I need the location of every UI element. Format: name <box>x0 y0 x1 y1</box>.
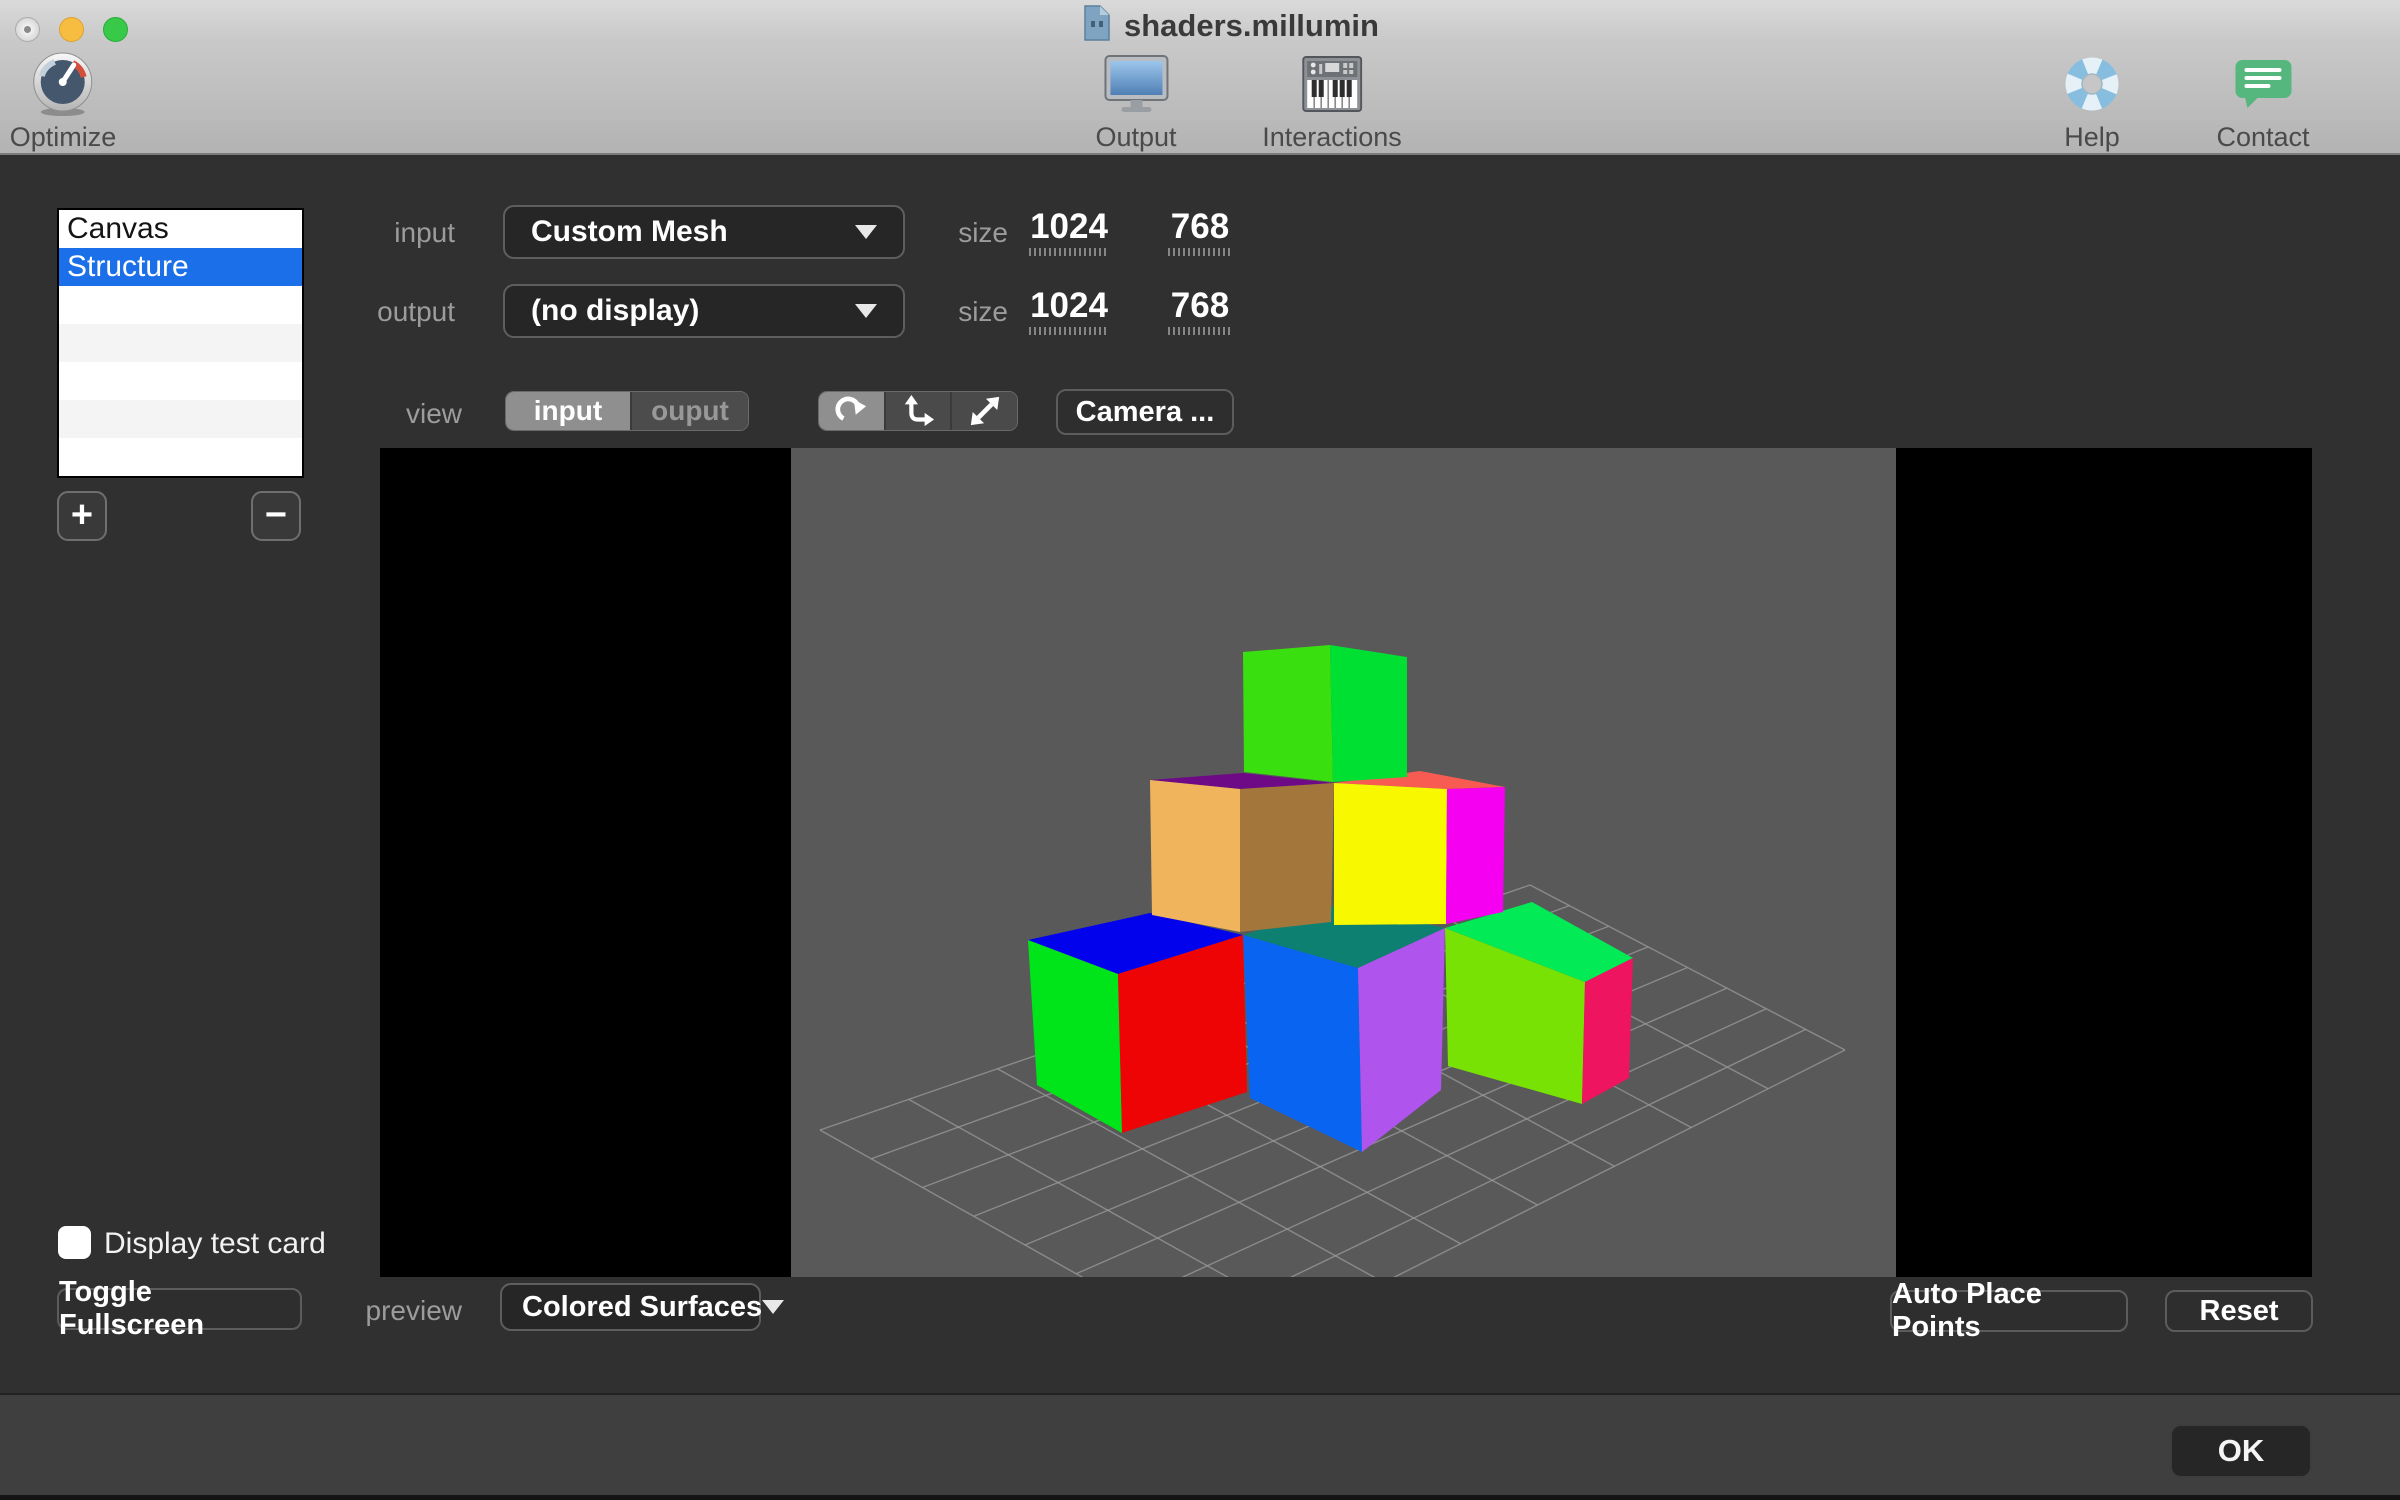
close-window-button[interactable] <box>15 17 40 42</box>
layer-list-empty-row[interactable] <box>59 438 302 476</box>
display-test-card-checkbox[interactable] <box>58 1226 91 1259</box>
middle-right-cube <box>1334 771 1505 925</box>
output-display-value: (no display) <box>531 294 700 327</box>
reset-button[interactable]: Reset <box>2165 1290 2313 1332</box>
input-source-dropdown[interactable]: Custom Mesh <box>503 205 905 259</box>
top-cube <box>1243 645 1407 782</box>
auto-place-points-button[interactable]: Auto Place Points <box>1890 1278 2128 1343</box>
rotate-tool-icon[interactable] <box>819 392 884 430</box>
toolbar-item-interactions[interactable]: Interactions <box>1262 48 1402 153</box>
preview-3d-scene[interactable] <box>791 448 1896 1277</box>
input-height-value: 768 <box>1170 206 1230 246</box>
bottom-left-cube <box>1028 913 1247 1133</box>
layer-list-item[interactable]: Canvas <box>59 210 302 248</box>
output-label: output <box>377 296 455 327</box>
chevron-down-icon <box>762 1300 785 1314</box>
input-label: input <box>394 217 455 248</box>
view-label: view <box>405 398 462 429</box>
output-height-value: 768 <box>1170 285 1230 325</box>
grid-line <box>819 1129 1084 1277</box>
structure-cubes <box>1028 645 1633 1152</box>
toolbar-label-contact: Contact <box>2216 122 2310 152</box>
speech-bubble-contact-icon <box>2234 48 2292 120</box>
top-cube-left-face <box>1243 645 1333 782</box>
top-cube-right-face <box>1330 645 1407 782</box>
camera-button[interactable]: Camera ... <box>1056 389 1234 435</box>
input-height-field[interactable]: 768 <box>1160 205 1240 259</box>
preview-mode-value: Colored Surfaces <box>522 1290 763 1323</box>
output-height-field[interactable]: 768 <box>1160 284 1240 338</box>
toolbar: shaders.millumin Optimize Output Interac… <box>0 0 2400 155</box>
toolbar-item-optimize[interactable]: Optimize <box>9 48 117 153</box>
minimize-window-button[interactable] <box>59 17 84 42</box>
window-title-area: shaders.millumin <box>1083 5 1379 46</box>
toolbar-label-optimize: Optimize <box>9 122 117 152</box>
middle-left-cube-right-face <box>1240 783 1334 932</box>
bottom-right-cube <box>1445 902 1633 1104</box>
toolbar-label-help: Help <box>2064 122 2120 152</box>
add-layer-button[interactable]: + <box>57 491 107 541</box>
toolbar-item-output[interactable]: Output <box>1095 48 1177 153</box>
output-size-label: size <box>958 296 1008 327</box>
display-monitor-icon <box>1103 48 1169 120</box>
document-icon <box>1083 5 1111 46</box>
window-title: shaders.millumin <box>1124 7 1379 43</box>
toolbar-item-help[interactable]: Help <box>2063 48 2121 153</box>
scale-tool-icon[interactable] <box>950 392 1017 430</box>
middle-right-cube-left-face <box>1334 783 1447 925</box>
toolbar-label-interactions: Interactions <box>1262 122 1402 152</box>
view-input-segment[interactable]: input <box>506 392 630 430</box>
drag-handle-hatch <box>1029 247 1109 256</box>
drag-handle-hatch <box>1029 326 1109 335</box>
lifebuoy-help-icon <box>2063 48 2121 120</box>
bottom-right-cube-right-face <box>1582 958 1633 1104</box>
layer-list-empty-row[interactable] <box>59 286 302 324</box>
drag-handle-hatch <box>1168 247 1232 256</box>
translate-tool-icon[interactable] <box>883 392 951 430</box>
toolbar-label-output: Output <box>1095 122 1177 152</box>
input-size-label: size <box>958 217 1008 248</box>
window-controls <box>15 17 128 42</box>
output-width-value: 1024 <box>1030 285 1108 325</box>
input-width-field[interactable]: 1024 <box>1022 205 1116 259</box>
input-width-value: 1024 <box>1030 206 1108 246</box>
layer-list-empty-row[interactable] <box>59 362 302 400</box>
view-segmented-control: input ouput <box>505 391 749 431</box>
output-width-field[interactable]: 1024 <box>1022 284 1116 338</box>
layers-list[interactable]: Canvas Structure <box>57 208 304 478</box>
millumin-output-mapping-window: shaders.millumin Optimize Output Interac… <box>0 0 2400 1500</box>
zoom-window-button[interactable] <box>103 17 128 42</box>
toggle-fullscreen-button[interactable]: Toggle Fullscreen <box>57 1276 302 1341</box>
preview-mode-dropdown[interactable]: Colored Surfaces <box>500 1283 785 1331</box>
preview-3d-viewport[interactable] <box>791 448 1896 1277</box>
midi-keyboard-icon <box>1301 48 1362 120</box>
input-source-value: Custom Mesh <box>531 215 728 248</box>
output-display-dropdown[interactable]: (no display) <box>503 284 905 338</box>
drag-handle-hatch <box>1168 326 1232 335</box>
display-test-card-label: Display test card <box>104 1227 326 1260</box>
transform-tool-group <box>818 391 1018 431</box>
middle-left-cube <box>1150 773 1334 932</box>
toolbar-item-contact[interactable]: Contact <box>2216 48 2310 153</box>
optimize-gauge-icon <box>29 48 97 120</box>
window-bottom-edge <box>0 1495 2400 1500</box>
layer-list-empty-row[interactable] <box>59 400 302 438</box>
ok-button[interactable]: OK <box>2170 1424 2312 1478</box>
layer-list-empty-row[interactable] <box>59 324 302 362</box>
view-output-segment[interactable]: ouput <box>629 392 748 430</box>
bottom-middle-cube-left-face <box>1243 935 1362 1152</box>
remove-layer-button[interactable]: − <box>251 491 301 541</box>
bottom-middle-cube <box>1243 905 1445 1152</box>
footer-bar <box>0 1395 2400 1495</box>
preview-area <box>380 448 2312 1277</box>
preview-mode-label: preview <box>365 1295 462 1326</box>
layer-list-item[interactable]: Structure <box>59 248 302 286</box>
middle-right-cube-right-face <box>1446 787 1505 924</box>
middle-left-cube-left-face <box>1150 780 1240 932</box>
